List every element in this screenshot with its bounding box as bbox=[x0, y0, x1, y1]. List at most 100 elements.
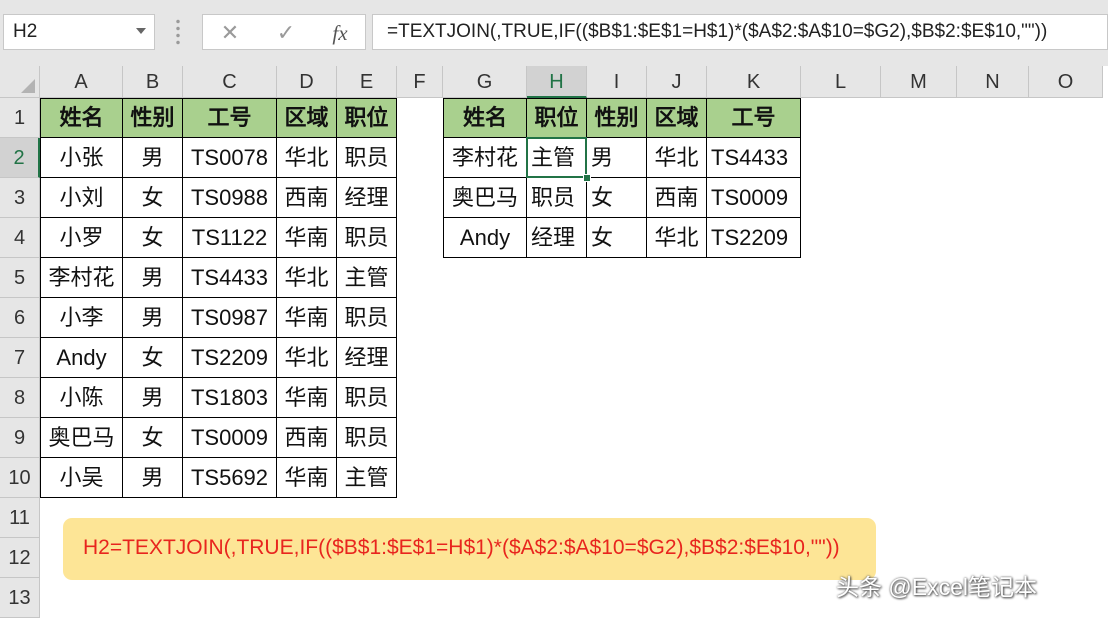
table-cell[interactable]: TS0078 bbox=[183, 138, 277, 178]
row-header-8[interactable]: 8 bbox=[0, 378, 40, 418]
table-cell[interactable]: 职员 bbox=[337, 418, 397, 458]
table-cell[interactable]: 西南 bbox=[277, 178, 337, 218]
table-cell[interactable]: 小陈 bbox=[40, 378, 123, 418]
header-cell[interactable]: 工号 bbox=[183, 98, 277, 138]
table-cell[interactable]: 职员 bbox=[337, 378, 397, 418]
header-cell[interactable]: 职位 bbox=[337, 98, 397, 138]
check-mark-icon[interactable]: ✓ bbox=[271, 19, 301, 47]
header-cell[interactable]: 性别 bbox=[587, 98, 647, 138]
header-cell[interactable]: 性别 bbox=[123, 98, 183, 138]
table-cell[interactable]: 职员 bbox=[527, 178, 587, 218]
table-cell[interactable]: 男 bbox=[123, 138, 183, 178]
table-cell[interactable]: 女 bbox=[123, 418, 183, 458]
header-cell[interactable]: 职位 bbox=[527, 98, 587, 138]
table-cell[interactable]: TS4433 bbox=[183, 258, 277, 298]
table-cell[interactable]: 职员 bbox=[337, 298, 397, 338]
header-cell[interactable]: 工号 bbox=[707, 98, 801, 138]
column-header-o[interactable]: O bbox=[1029, 66, 1103, 98]
table-cell[interactable]: TS0987 bbox=[183, 298, 277, 338]
column-header-b[interactable]: B bbox=[123, 66, 183, 98]
column-header-l[interactable]: L bbox=[801, 66, 881, 98]
row-header-5[interactable]: 5 bbox=[0, 258, 40, 298]
table-cell[interactable]: 经理 bbox=[337, 338, 397, 378]
row-header-9[interactable]: 9 bbox=[0, 418, 40, 458]
table-cell[interactable]: 经理 bbox=[527, 218, 587, 258]
row-header-7[interactable]: 7 bbox=[0, 338, 40, 378]
table-cell[interactable]: TS1122 bbox=[183, 218, 277, 258]
formula-input[interactable]: =TEXTJOIN(,TRUE,IF(($B$1:$E$1=H$1)*($A$2… bbox=[372, 14, 1108, 50]
table-cell[interactable]: 奥巴马 bbox=[443, 178, 527, 218]
table-cell[interactable]: 华北 bbox=[277, 258, 337, 298]
table-cell[interactable]: 女 bbox=[587, 218, 647, 258]
column-header-a[interactable]: A bbox=[40, 66, 123, 98]
chevron-down-icon[interactable] bbox=[136, 28, 146, 34]
column-header-i[interactable]: I bbox=[587, 66, 647, 98]
table-cell[interactable]: 女 bbox=[123, 218, 183, 258]
table-cell[interactable]: 经理 bbox=[337, 178, 397, 218]
table-cell[interactable]: 华南 bbox=[277, 458, 337, 498]
table-cell[interactable]: 华南 bbox=[277, 378, 337, 418]
column-header-d[interactable]: D bbox=[277, 66, 337, 98]
table-cell[interactable]: 华北 bbox=[277, 338, 337, 378]
table-cell[interactable]: 华南 bbox=[277, 298, 337, 338]
table-cell[interactable]: 主管 bbox=[337, 258, 397, 298]
table-cell[interactable]: 小罗 bbox=[40, 218, 123, 258]
table-cell[interactable]: 男 bbox=[123, 258, 183, 298]
table-cell[interactable]: 李村花 bbox=[443, 138, 527, 178]
x-mark-icon[interactable]: ✕ bbox=[215, 19, 245, 47]
row-header-2[interactable]: 2 bbox=[0, 138, 40, 178]
column-header-j[interactable]: J bbox=[647, 66, 707, 98]
header-cell[interactable]: 姓名 bbox=[443, 98, 527, 138]
table-cell[interactable]: 西南 bbox=[277, 418, 337, 458]
row-header-11[interactable]: 11 bbox=[0, 498, 40, 538]
table-cell[interactable]: 女 bbox=[123, 338, 183, 378]
table-cell[interactable]: 男 bbox=[123, 458, 183, 498]
table-cell[interactable]: 华南 bbox=[277, 218, 337, 258]
table-cell[interactable]: 男 bbox=[123, 298, 183, 338]
table-cell[interactable]: 华北 bbox=[647, 138, 707, 178]
table-cell[interactable]: TS1803 bbox=[183, 378, 277, 418]
column-header-m[interactable]: M bbox=[881, 66, 957, 98]
header-cell[interactable]: 姓名 bbox=[40, 98, 123, 138]
insert-function-button[interactable]: fx bbox=[325, 19, 355, 47]
row-header-12[interactable]: 12 bbox=[0, 538, 40, 578]
row-header-10[interactable]: 10 bbox=[0, 458, 40, 498]
column-header-c[interactable]: C bbox=[183, 66, 277, 98]
table-cell[interactable]: Andy bbox=[40, 338, 123, 378]
header-cell[interactable]: 区域 bbox=[647, 98, 707, 138]
fill-handle[interactable] bbox=[583, 174, 591, 182]
table-cell[interactable]: 华北 bbox=[277, 138, 337, 178]
table-cell[interactable]: TS2209 bbox=[707, 218, 801, 258]
column-header-f[interactable]: F bbox=[397, 66, 443, 98]
table-cell[interactable]: 男 bbox=[587, 138, 647, 178]
table-cell[interactable]: 女 bbox=[123, 178, 183, 218]
column-header-e[interactable]: E bbox=[337, 66, 397, 98]
table-cell[interactable]: 小张 bbox=[40, 138, 123, 178]
row-header-4[interactable]: 4 bbox=[0, 218, 40, 258]
table-cell[interactable]: TS0009 bbox=[707, 178, 801, 218]
table-cell[interactable]: TS4433 bbox=[707, 138, 801, 178]
column-header-h[interactable]: H bbox=[527, 66, 587, 98]
header-cell[interactable]: 区域 bbox=[277, 98, 337, 138]
table-cell[interactable]: 主管 bbox=[337, 458, 397, 498]
table-cell[interactable]: 华北 bbox=[647, 218, 707, 258]
table-cell[interactable]: TS0988 bbox=[183, 178, 277, 218]
table-cell[interactable]: 小吴 bbox=[40, 458, 123, 498]
table-cell[interactable]: TS5692 bbox=[183, 458, 277, 498]
row-header-3[interactable]: 3 bbox=[0, 178, 40, 218]
splitter-handle[interactable] bbox=[176, 18, 180, 46]
table-cell[interactable]: 西南 bbox=[647, 178, 707, 218]
table-cell[interactable]: TS0009 bbox=[183, 418, 277, 458]
table-cell[interactable]: 李村花 bbox=[40, 258, 123, 298]
table-cell[interactable]: TS2209 bbox=[183, 338, 277, 378]
row-header-1[interactable]: 1 bbox=[0, 98, 40, 138]
table-cell[interactable]: 职员 bbox=[337, 218, 397, 258]
column-header-n[interactable]: N bbox=[957, 66, 1029, 98]
table-cell[interactable]: Andy bbox=[443, 218, 527, 258]
name-box[interactable]: H2 bbox=[3, 14, 155, 50]
select-all-button[interactable] bbox=[0, 66, 40, 98]
table-cell[interactable]: 男 bbox=[123, 378, 183, 418]
column-header-g[interactable]: G bbox=[443, 66, 527, 98]
row-header-6[interactable]: 6 bbox=[0, 298, 40, 338]
row-header-13[interactable]: 13 bbox=[0, 578, 40, 618]
